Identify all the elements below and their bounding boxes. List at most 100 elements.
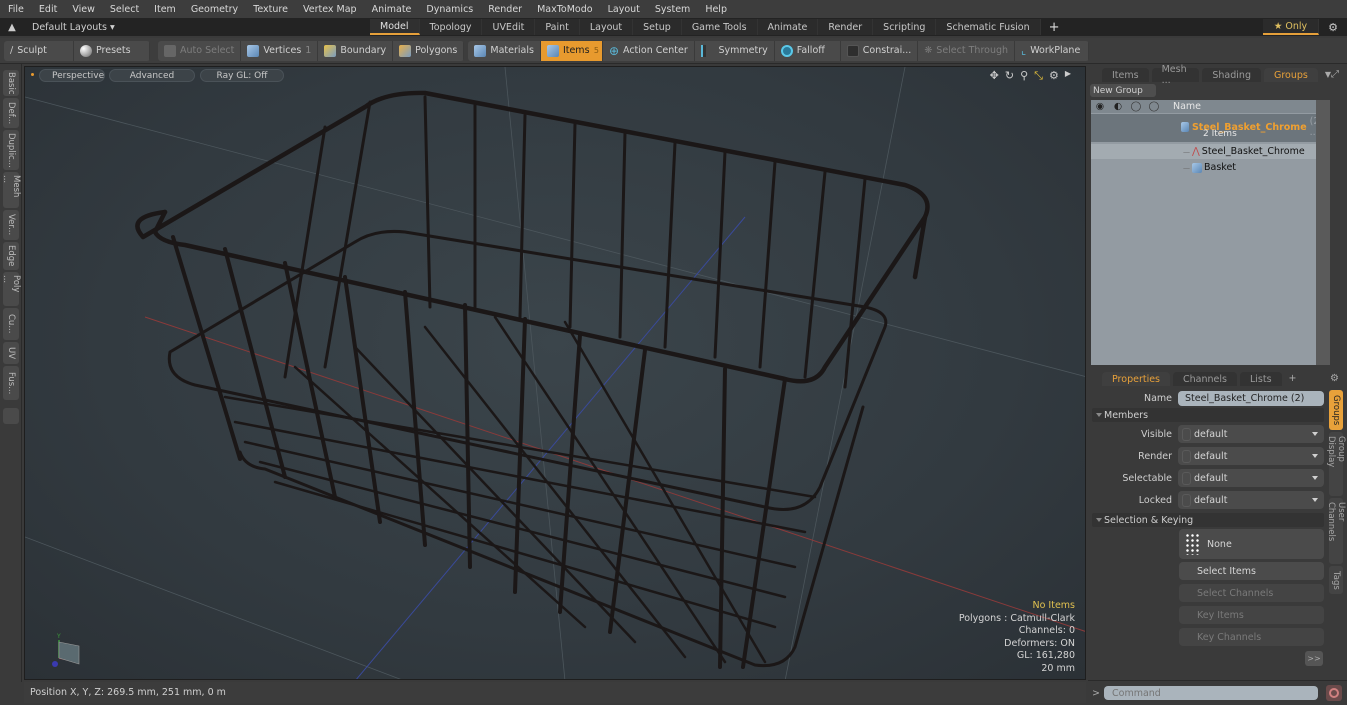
record-button[interactable] bbox=[1326, 685, 1342, 701]
tab-channels[interactable]: Channels bbox=[1173, 372, 1237, 386]
only-toggle[interactable]: ★ Only bbox=[1263, 19, 1319, 35]
command-input[interactable] bbox=[1104, 686, 1318, 700]
name-column-header[interactable]: Name bbox=[1173, 101, 1201, 112]
selectable-select[interactable]: default bbox=[1178, 469, 1324, 487]
action-center-button[interactable]: ⊕ Action Center bbox=[602, 40, 695, 61]
gear-icon[interactable]: ⚙ bbox=[1319, 21, 1347, 34]
tab-scripting[interactable]: Scripting bbox=[873, 19, 937, 35]
symmetry-button[interactable]: Symmetry bbox=[694, 40, 775, 61]
menu-render[interactable]: Render bbox=[480, 4, 529, 15]
menu-vertex-map[interactable]: Vertex Map bbox=[295, 4, 364, 15]
key-items-button[interactable]: Key Items bbox=[1179, 606, 1324, 624]
tab-items[interactable]: Items bbox=[1102, 68, 1149, 82]
select-items-button[interactable]: Select Items bbox=[1179, 562, 1324, 580]
constraints-button[interactable]: Constrai... bbox=[840, 40, 919, 61]
materials-button[interactable]: Materials bbox=[468, 40, 541, 61]
group-list-scrollbar[interactable] bbox=[1316, 100, 1330, 365]
render-select[interactable]: default bbox=[1178, 447, 1324, 465]
tab-topology[interactable]: Topology bbox=[419, 19, 483, 35]
members-section[interactable]: Members bbox=[1092, 408, 1324, 422]
render-column-icon[interactable]: ◐ bbox=[1109, 101, 1127, 112]
tab-vertex[interactable]: Ver... bbox=[3, 210, 19, 240]
select-column-icon[interactable]: ◯ bbox=[1127, 101, 1145, 112]
panel-settings-icon[interactable]: ⚙ bbox=[1330, 373, 1339, 384]
boundary-button[interactable]: Boundary bbox=[318, 40, 394, 61]
menu-help[interactable]: Help bbox=[697, 4, 734, 15]
tab-uv[interactable]: UV bbox=[3, 342, 19, 364]
side-tab-groups[interactable]: Groups bbox=[1329, 390, 1343, 430]
panel-expand-icon[interactable]: ⤢ bbox=[1331, 69, 1339, 80]
menu-maxtomodo[interactable]: MaxToModo bbox=[529, 4, 600, 15]
tab-lists[interactable]: Lists bbox=[1239, 372, 1282, 386]
tab-animate[interactable]: Animate bbox=[757, 19, 819, 35]
auto-select-button[interactable]: Auto Select bbox=[158, 40, 242, 61]
menu-edit[interactable]: Edit bbox=[31, 4, 64, 15]
list-item[interactable]: — Basket bbox=[1091, 160, 1330, 175]
select-channels-button[interactable]: Select Channels bbox=[1179, 584, 1324, 602]
tab-layout[interactable]: Layout bbox=[579, 19, 634, 35]
property-side-tabs: Groups Group Display User Channels Tags bbox=[1326, 390, 1346, 596]
group-list[interactable]: ◉ ◐ ◯ ◯ Name Steel_Basket_Chrome (2) ...… bbox=[1091, 100, 1330, 365]
tab-uvedit[interactable]: UVEdit bbox=[482, 19, 536, 35]
tab-properties[interactable]: Properties bbox=[1102, 372, 1171, 386]
default-layouts-dropdown[interactable]: Default Layouts ▾ bbox=[24, 22, 370, 33]
tab-mesh-edit[interactable]: Mesh ... bbox=[1, 172, 21, 208]
3d-viewport[interactable]: Perspective Advanced Ray GL: Off ✥ ↻ ⚲ ⤡… bbox=[24, 66, 1086, 680]
collapse-up-icon[interactable]: ▲ bbox=[0, 22, 24, 33]
presets-button[interactable]: Presets bbox=[74, 40, 150, 61]
list-item[interactable]: — ⋀ Steel_Basket_Chrome bbox=[1091, 144, 1330, 159]
menu-texture[interactable]: Texture bbox=[245, 4, 295, 15]
tab-extra[interactable] bbox=[3, 408, 19, 424]
visibility-column-icon[interactable]: ◉ bbox=[1091, 101, 1109, 112]
tab-mesh[interactable]: Mesh ... bbox=[1151, 64, 1200, 86]
workplane-button[interactable]: ⌞ WorkPlane bbox=[1015, 40, 1090, 61]
select-through-button[interactable]: ❋ Select Through bbox=[918, 40, 1016, 61]
sculpt-button[interactable]: ∕ Sculpt bbox=[4, 40, 74, 61]
side-tab-user-channels[interactable]: User Channels bbox=[1326, 498, 1346, 564]
name-field-row: Name Steel_Basket_Chrome (2) bbox=[1088, 389, 1324, 407]
tab-paint[interactable]: Paint bbox=[535, 19, 580, 35]
menu-file[interactable]: File bbox=[0, 4, 31, 15]
tab-curve[interactable]: Cu... bbox=[3, 308, 19, 340]
tab-polygon[interactable]: Poly ... bbox=[1, 272, 21, 306]
side-tab-tags[interactable]: Tags bbox=[1329, 566, 1343, 594]
menu-system[interactable]: System bbox=[647, 4, 697, 15]
locked-select[interactable]: default bbox=[1178, 491, 1324, 509]
more-button[interactable]: >> bbox=[1305, 651, 1323, 666]
name-input[interactable]: Steel_Basket_Chrome (2) bbox=[1178, 390, 1324, 406]
falloff-button[interactable]: Falloff bbox=[774, 40, 841, 61]
tab-groups[interactable]: Groups bbox=[1263, 68, 1318, 82]
menu-geometry[interactable]: Geometry bbox=[183, 4, 245, 15]
group-row[interactable]: Steel_Basket_Chrome (2) ... 2 Items bbox=[1091, 114, 1330, 142]
menu-dynamics[interactable]: Dynamics bbox=[418, 4, 480, 15]
vertices-button[interactable]: Vertices 1 bbox=[241, 40, 319, 61]
tab-schematic-fusion[interactable]: Schematic Fusion bbox=[936, 19, 1041, 35]
tab-render[interactable]: Render bbox=[818, 19, 874, 35]
menu-select[interactable]: Select bbox=[102, 4, 146, 15]
menu-view[interactable]: View bbox=[64, 4, 102, 15]
lock-column-icon[interactable]: ◯ bbox=[1145, 101, 1163, 112]
tab-game-tools[interactable]: Game Tools bbox=[681, 19, 758, 35]
tab-basic[interactable]: Basic bbox=[3, 70, 19, 96]
tab-shading[interactable]: Shading bbox=[1202, 68, 1261, 82]
tab-fusion[interactable]: Fus... bbox=[3, 366, 19, 400]
menu-animate[interactable]: Animate bbox=[364, 4, 419, 15]
key-channels-button[interactable]: Key Channels bbox=[1179, 628, 1324, 646]
polygons-button[interactable]: Polygons bbox=[393, 40, 465, 61]
tab-duplicate[interactable]: Duplic... bbox=[3, 130, 19, 170]
items-button[interactable]: Items 5 bbox=[540, 40, 603, 61]
tab-model[interactable]: Model bbox=[370, 19, 420, 35]
add-tab-button[interactable]: + bbox=[1041, 20, 1068, 35]
new-group-button[interactable]: New Group bbox=[1090, 84, 1156, 97]
tab-deform[interactable]: Def... bbox=[3, 98, 19, 128]
menu-item[interactable]: Item bbox=[146, 4, 183, 15]
tab-setup[interactable]: Setup bbox=[633, 19, 682, 35]
selection-keying-section[interactable]: Selection & Keying bbox=[1092, 513, 1324, 527]
side-tab-group-display[interactable]: Group Display bbox=[1326, 432, 1346, 496]
add-tab-button[interactable]: + bbox=[1289, 373, 1297, 384]
tab-edge[interactable]: Edge bbox=[3, 242, 19, 270]
selection-set-none[interactable]: None bbox=[1179, 529, 1324, 559]
visible-select[interactable]: default bbox=[1178, 425, 1324, 443]
menu-layout[interactable]: Layout bbox=[600, 4, 647, 15]
toolbar: ∕ Sculpt Presets Auto Select Vertices 1 Bo… bbox=[0, 38, 1347, 64]
